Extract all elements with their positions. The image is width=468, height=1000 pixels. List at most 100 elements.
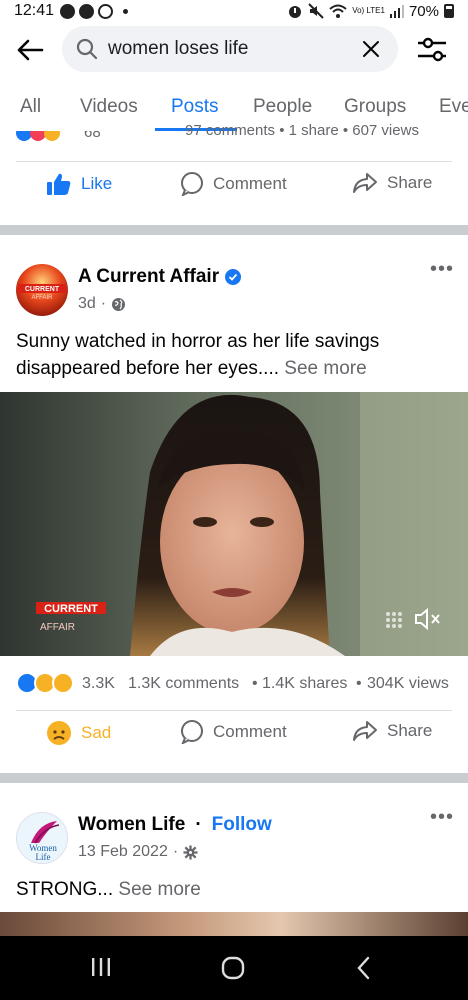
more-options-button[interactable]: ••• xyxy=(430,258,454,281)
post-author-name[interactable]: Women Life xyxy=(78,814,185,836)
care-reaction-icon xyxy=(44,131,60,141)
comment-icon xyxy=(181,172,203,196)
status-bar: 12:41 Vo) LTE1 70% xyxy=(0,0,468,22)
reaction-count[interactable]: 3.3K xyxy=(82,675,115,693)
facebook-icon xyxy=(79,3,95,19)
share-button[interactable]: Share xyxy=(352,172,432,194)
status-time: 12:41 xyxy=(14,2,55,19)
current-affair-logo: CURRENT AFFAIR xyxy=(16,264,68,316)
close-icon xyxy=(363,41,379,57)
comment-icon xyxy=(181,720,203,744)
avatar[interactable]: Women Life xyxy=(16,812,68,864)
avatar[interactable]: CURRENT AFFAIR xyxy=(16,264,68,316)
like-label: Like xyxy=(81,174,113,193)
post-meta: 13 Feb 2022 · xyxy=(78,843,198,861)
notification-dot-icon xyxy=(123,8,129,14)
filter-sliders-icon xyxy=(418,37,446,62)
mute-icon xyxy=(308,3,324,19)
post-separator xyxy=(0,773,468,783)
comment-label: Comment xyxy=(213,722,287,741)
search-input[interactable]: women loses life xyxy=(62,26,398,72)
sad-label: Sad xyxy=(81,723,112,742)
comment-button[interactable]: Comment xyxy=(180,720,287,744)
thumbs-up-icon xyxy=(47,173,71,195)
share-count[interactable]: 1.4K shares xyxy=(262,675,347,693)
channel-nine-logo xyxy=(386,612,402,628)
signal-icon xyxy=(389,5,404,18)
video-frame: CURRENT AFFAIR xyxy=(0,392,468,656)
tab-posts[interactable]: Posts xyxy=(171,96,219,118)
system-navigation-bar xyxy=(0,936,468,1000)
carrier-label: Vo) LTE1 xyxy=(352,6,385,15)
post-time[interactable]: 3d xyxy=(78,295,96,313)
battery-icon xyxy=(444,4,454,18)
share-icon xyxy=(353,721,377,741)
tab-events[interactable]: Eve xyxy=(439,96,468,118)
previous-post-reaction-count: 68 xyxy=(84,131,101,141)
women-life-logo: Women Life xyxy=(17,813,67,863)
post-author[interactable]: A Current Affair xyxy=(78,266,242,288)
tab-videos[interactable]: Videos xyxy=(80,96,138,118)
recent-apps-button[interactable] xyxy=(90,956,112,978)
filter-button[interactable] xyxy=(414,34,450,66)
comment-count[interactable]: 1.3K comments xyxy=(128,675,239,693)
back-button[interactable] xyxy=(14,34,46,66)
post-meta: 3d · xyxy=(78,295,126,313)
post-separator xyxy=(0,225,468,235)
reaction-summary[interactable] xyxy=(16,672,78,696)
svg-text:AFFAIR: AFFAIR xyxy=(40,622,75,633)
video-watermark: CURRENT xyxy=(44,603,98,615)
sad-reaction-button[interactable]: Sad xyxy=(46,720,111,746)
search-header: women loses life xyxy=(0,26,468,72)
battery-percent: 70% xyxy=(408,2,439,20)
globe-icon xyxy=(112,297,126,311)
messenger-icon xyxy=(60,3,76,19)
search-query[interactable]: women loses life xyxy=(108,38,358,60)
back-arrow-icon xyxy=(17,39,44,61)
post-date[interactable]: 13 Feb 2022 xyxy=(78,843,168,861)
comment-button[interactable]: Comment xyxy=(180,172,287,196)
settings-gear-icon xyxy=(183,844,198,860)
svg-text:Life: Life xyxy=(36,852,51,862)
video-player[interactable]: CURRENT AFFAIR xyxy=(0,392,468,656)
post-author-name[interactable]: A Current Affair xyxy=(78,266,219,288)
divider xyxy=(16,710,452,711)
share-button[interactable]: Share xyxy=(352,720,432,742)
tab-people[interactable]: People xyxy=(253,96,312,118)
search-icon xyxy=(76,38,98,60)
sad-face-icon xyxy=(47,721,71,745)
svg-text:AFFAIR: AFFAIR xyxy=(31,295,53,301)
share-label: Share xyxy=(387,721,433,740)
svg-text:CURRENT: CURRENT xyxy=(25,286,60,293)
wifi-icon xyxy=(329,4,347,18)
share-icon xyxy=(353,173,377,193)
post-text: Sunny watched in horror as her life savi… xyxy=(16,328,452,382)
more-options-button[interactable]: ••• xyxy=(430,806,454,829)
see-more-link[interactable]: See more xyxy=(284,358,366,379)
view-count: 304K views xyxy=(367,675,449,692)
post-image-preview[interactable] xyxy=(0,912,468,936)
previous-post-stats[interactable]: 97 comments • 1 share • 607 views xyxy=(185,124,419,144)
share-label: Share xyxy=(387,173,433,192)
tab-all[interactable]: All xyxy=(20,96,41,118)
wow-reaction-icon xyxy=(52,672,74,694)
follow-button[interactable]: Follow xyxy=(212,814,272,836)
divider xyxy=(16,161,452,162)
previous-post-actions: Like Comment Share xyxy=(0,172,468,212)
like-button[interactable]: Like xyxy=(46,172,112,196)
post-actions: Sad Comment Share xyxy=(0,720,468,760)
post-text: STRONG... See more xyxy=(16,876,452,903)
home-button[interactable] xyxy=(221,956,245,980)
verified-badge-icon xyxy=(225,269,242,285)
circle-icon xyxy=(98,3,114,19)
clear-search-button[interactable] xyxy=(358,36,384,62)
post-author[interactable]: Women Life · Follow xyxy=(78,814,272,836)
back-nav-button[interactable] xyxy=(354,956,374,980)
post-body: STRONG... xyxy=(16,879,114,900)
tab-groups[interactable]: Groups xyxy=(344,96,406,118)
mute-video-icon[interactable] xyxy=(414,606,442,632)
alarm-icon xyxy=(289,6,302,18)
post-stats: 3.3K 1.3K comments • 1.4K shares • 304K … xyxy=(16,672,456,696)
see-more-link[interactable]: See more xyxy=(118,879,200,900)
comment-label: Comment xyxy=(213,174,287,193)
